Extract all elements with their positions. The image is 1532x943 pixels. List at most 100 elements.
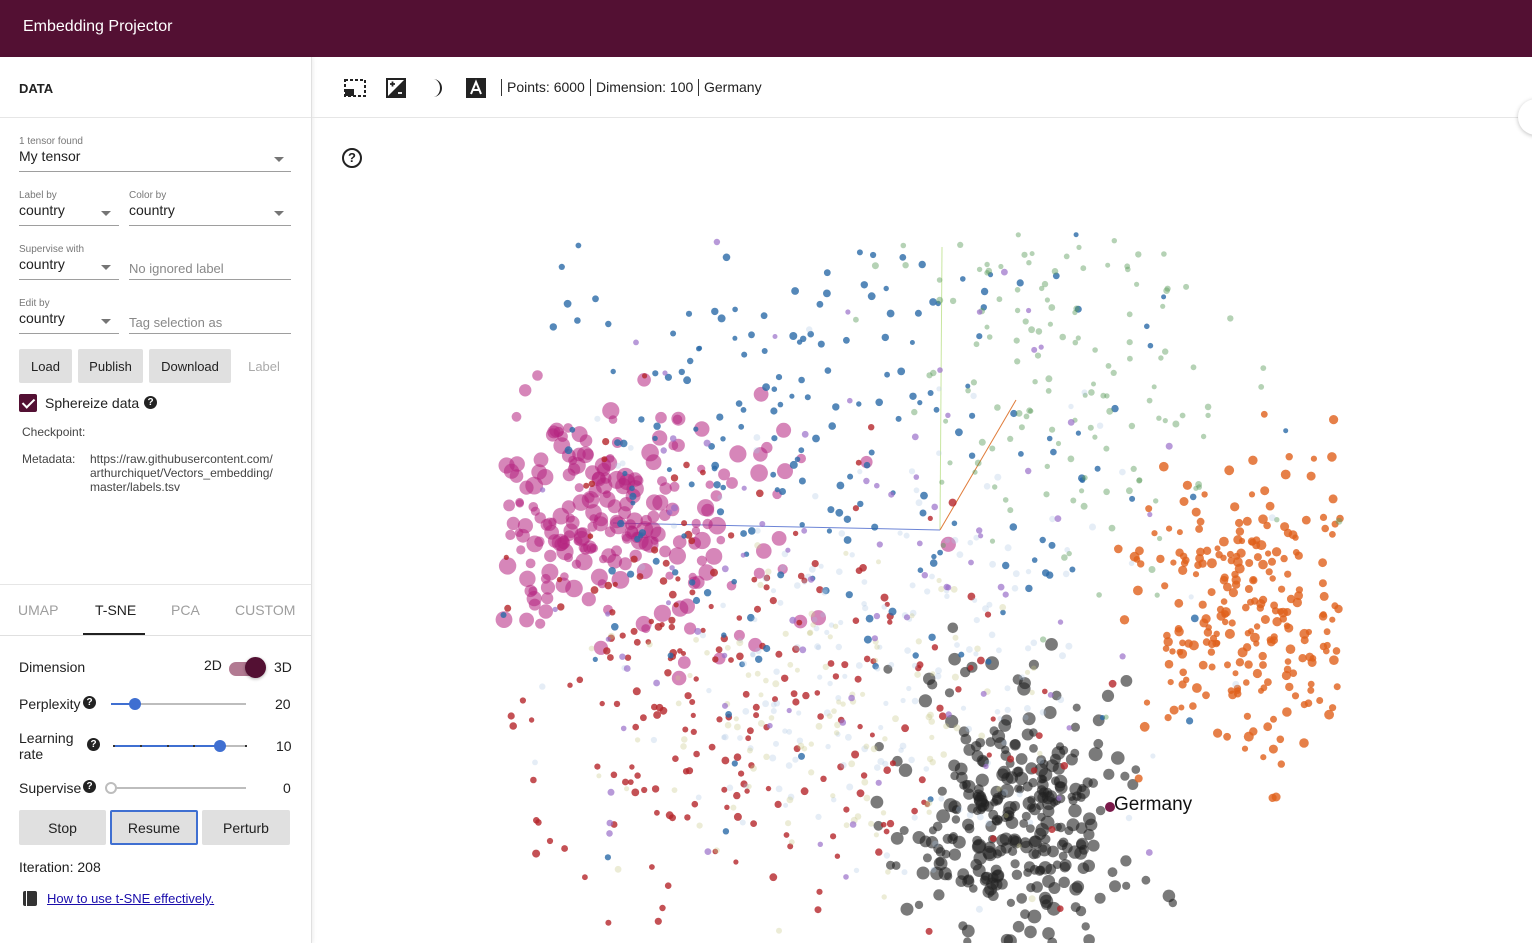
- embedding-point[interactable]: [1164, 714, 1172, 722]
- embedding-point[interactable]: [1260, 365, 1267, 371]
- embedding-point[interactable]: [652, 557, 660, 565]
- embedding-point[interactable]: [970, 392, 977, 400]
- embedding-point[interactable]: [664, 882, 672, 889]
- embedding-point[interactable]: [1222, 618, 1229, 626]
- embedding-point[interactable]: [786, 796, 794, 804]
- embedding-point[interactable]: [794, 667, 800, 673]
- embedding-point[interactable]: [1148, 566, 1156, 573]
- embedding-point[interactable]: [824, 367, 832, 374]
- embedding-point[interactable]: [1224, 628, 1235, 639]
- embedding-point[interactable]: [967, 664, 974, 671]
- embedding-point[interactable]: [1195, 525, 1203, 533]
- embedding-point[interactable]: [909, 392, 917, 400]
- embedding-point[interactable]: [641, 786, 648, 794]
- embedding-point[interactable]: [585, 465, 600, 481]
- embedding-point[interactable]: [1263, 521, 1271, 530]
- embedding-point[interactable]: [1269, 575, 1276, 582]
- embedding-point[interactable]: [736, 615, 743, 621]
- embedding-point[interactable]: [605, 611, 611, 617]
- embedding-point[interactable]: [1164, 285, 1171, 292]
- embedding-point[interactable]: [1213, 728, 1223, 738]
- embedding-point[interactable]: [532, 849, 541, 858]
- embedding-point[interactable]: [1318, 612, 1328, 621]
- embedding-point[interactable]: [953, 724, 961, 732]
- embedding-point[interactable]: [1265, 550, 1272, 557]
- embedding-point[interactable]: [935, 857, 945, 867]
- embedding-point[interactable]: [1182, 480, 1192, 490]
- embedding-point[interactable]: [1271, 792, 1281, 802]
- embedding-point[interactable]: [1169, 648, 1176, 655]
- embedding-point[interactable]: [1281, 670, 1291, 681]
- embedding-point[interactable]: [1022, 714, 1029, 721]
- embedding-point[interactable]: [754, 542, 761, 549]
- embedding-point[interactable]: [662, 370, 668, 376]
- embedding-point[interactable]: [820, 775, 827, 782]
- embedding-point[interactable]: [1028, 326, 1035, 334]
- embedding-point[interactable]: [880, 810, 887, 816]
- embedding-point[interactable]: [1245, 559, 1254, 567]
- embedding-point[interactable]: [1265, 568, 1273, 576]
- embedding-point[interactable]: [500, 612, 507, 618]
- embedding-point[interactable]: [1219, 575, 1229, 585]
- embedding-point[interactable]: [1122, 881, 1131, 890]
- embedding-point[interactable]: [547, 534, 562, 548]
- embedding-point[interactable]: [1134, 281, 1140, 287]
- embedding-point[interactable]: [671, 504, 678, 512]
- help-icon[interactable]: ?: [144, 396, 157, 409]
- embedding-point[interactable]: [716, 413, 724, 421]
- embedding-point[interactable]: [1298, 654, 1307, 663]
- embedding-point[interactable]: [857, 723, 863, 730]
- supervise-with-select[interactable]: Supervise with country: [19, 244, 119, 280]
- embedding-point[interactable]: [1009, 523, 1018, 531]
- embedding-point[interactable]: [812, 493, 819, 500]
- embedding-point[interactable]: [1329, 704, 1337, 712]
- embedding-point[interactable]: [733, 716, 739, 722]
- embedding-point[interactable]: [824, 629, 830, 635]
- embedding-point[interactable]: [603, 647, 611, 655]
- embedding-point[interactable]: [1014, 358, 1021, 365]
- embedding-point[interactable]: [843, 536, 852, 544]
- embedding-point[interactable]: [1089, 523, 1096, 531]
- embedding-point[interactable]: [684, 692, 692, 700]
- embedding-point[interactable]: [1045, 638, 1058, 651]
- embedding-point[interactable]: [775, 785, 783, 793]
- embedding-point[interactable]: [1048, 826, 1056, 833]
- embedding-point[interactable]: [1045, 375, 1053, 383]
- embedding-point[interactable]: [936, 386, 942, 392]
- embedding-point[interactable]: [1146, 397, 1153, 404]
- embedding-point[interactable]: [682, 726, 689, 733]
- embedding-point[interactable]: [671, 787, 678, 793]
- embedding-point[interactable]: [1179, 412, 1186, 419]
- label-button[interactable]: Label: [237, 349, 291, 383]
- embedding-point[interactable]: [1016, 893, 1027, 904]
- embedding-point[interactable]: [826, 713, 833, 719]
- embedding-point[interactable]: [1189, 702, 1197, 710]
- embedding-point[interactable]: [1083, 812, 1096, 826]
- embedding-point[interactable]: [1037, 750, 1043, 757]
- embedding-point[interactable]: [814, 643, 821, 650]
- embedding-point[interactable]: [1072, 339, 1079, 346]
- embedding-point[interactable]: [548, 517, 557, 526]
- embedding-point[interactable]: [671, 411, 686, 426]
- embedding-point[interactable]: [848, 760, 856, 768]
- embedding-point[interactable]: [627, 570, 635, 578]
- embedding-point[interactable]: [745, 672, 752, 678]
- embedding-point[interactable]: [1068, 403, 1074, 410]
- embedding-point[interactable]: [869, 732, 875, 738]
- embedding-point[interactable]: [1081, 922, 1090, 931]
- embedding-point[interactable]: [1174, 598, 1184, 608]
- embedding-point[interactable]: [558, 263, 565, 270]
- embedding-point[interactable]: [757, 720, 765, 727]
- embedding-point[interactable]: [1005, 771, 1019, 784]
- embedding-point[interactable]: [633, 339, 639, 346]
- embedding-point[interactable]: [1009, 739, 1021, 751]
- embedding-point[interactable]: [1203, 628, 1213, 637]
- embedding-point[interactable]: [736, 652, 744, 661]
- embedding-point[interactable]: [791, 287, 799, 295]
- embedding-point[interactable]: [1202, 638, 1211, 646]
- embedding-point[interactable]: [898, 763, 913, 777]
- embedding-point[interactable]: [746, 783, 752, 790]
- embedding-point[interactable]: [1329, 655, 1339, 665]
- embedding-point[interactable]: [685, 767, 694, 775]
- embedding-point[interactable]: [899, 254, 907, 261]
